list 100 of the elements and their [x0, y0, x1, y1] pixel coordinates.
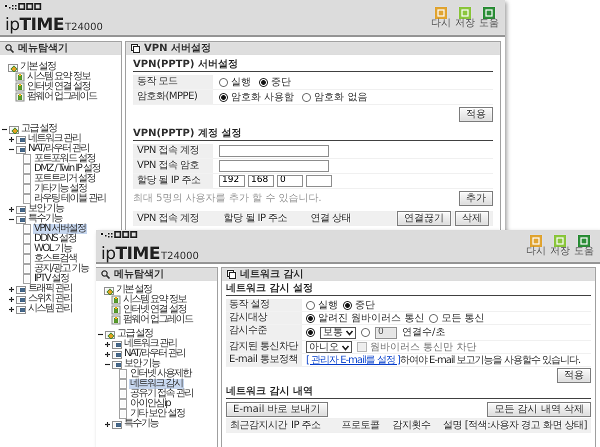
- toolbar-button[interactable]: 도움: [479, 6, 499, 28]
- row-action-button[interactable]: 삭제: [455, 211, 490, 226]
- field-label: VPN 접속 계정: [133, 144, 213, 158]
- toolbar-button[interactable]: 다시: [526, 235, 546, 257]
- radio-button[interactable]: [306, 328, 315, 337]
- tile-icon: [483, 6, 495, 18]
- column-header: 감지횟수: [392, 419, 432, 433]
- menu-item[interactable]: 기타기능 설정: [33, 184, 88, 194]
- item-icon: [15, 92, 25, 102]
- settings-link[interactable]: [ 관리자 E-mail를 설정 ]: [306, 354, 400, 366]
- folder-icon: [112, 349, 122, 359]
- toolbar-button[interactable]: 저장: [455, 6, 475, 28]
- folder-icon: [16, 134, 26, 144]
- menu-item[interactable]: 인터넷 연결 설정: [122, 305, 187, 315]
- form-button[interactable]: E-mail 바로 보내기: [226, 402, 328, 417]
- menu-item[interactable]: VPN 서버설정: [33, 224, 87, 234]
- row-action-button[interactable]: 연결끊기: [397, 211, 452, 226]
- brand-logo-text: ipTIME: [5, 17, 64, 34]
- toolbar-button[interactable]: 저장: [550, 235, 570, 257]
- menu-item[interactable]: DMZ / Twin IP 설정: [33, 164, 101, 174]
- section-title: VPN(PPTP) 계정 설정: [133, 128, 493, 141]
- radio-button[interactable]: 중단: [343, 300, 375, 310]
- ip-octet-field[interactable]: [306, 175, 332, 187]
- menu-item[interactable]: 포트트리거 설정: [33, 174, 96, 184]
- text-field[interactable]: [219, 145, 329, 157]
- folder-icon: [16, 294, 26, 304]
- menu-item[interactable]: WOL 기능: [33, 244, 73, 254]
- menu-item[interactable]: 기본 설정: [115, 285, 153, 295]
- menu-item[interactable]: 시스템 요약 정보: [26, 72, 91, 82]
- dropdown[interactable]: 보통: [320, 326, 356, 338]
- menu-item[interactable]: 펌웨어 업그레이드: [26, 92, 98, 102]
- field-label: 동작 설정: [226, 299, 302, 311]
- item-icon: [111, 305, 121, 315]
- form-button[interactable]: 추가: [459, 191, 493, 206]
- column-header: 프로토콜: [342, 419, 381, 433]
- section-title: 네트워크 감시 내역: [226, 386, 591, 399]
- folder-icon: [112, 339, 122, 349]
- folder-icon: [16, 144, 26, 154]
- radio-button[interactable]: 실행: [306, 300, 338, 310]
- menu-item[interactable]: 네트워크 관리: [27, 134, 82, 144]
- radio-button[interactable]: 암호화 사용함: [219, 92, 294, 102]
- radio-button[interactable]: 실행: [219, 76, 251, 88]
- folder-icon: [105, 329, 115, 339]
- folder-icon: [8, 62, 18, 72]
- radio-button[interactable]: [361, 328, 370, 337]
- menu-item[interactable]: NAT/라우터 관리: [27, 144, 90, 154]
- menu-item[interactable]: 네트워크 감시: [129, 379, 184, 389]
- menu-item[interactable]: 공유기 접속 관리: [129, 389, 194, 399]
- form-button[interactable]: 적용: [557, 368, 591, 383]
- field-label: 동작 모드: [133, 75, 213, 89]
- menu-item[interactable]: 보안 기능: [123, 359, 161, 369]
- menu-item[interactable]: 공지/광고 기능: [33, 264, 90, 274]
- brand-logo-text: ipTIME: [101, 246, 160, 262]
- folder-icon: [104, 285, 114, 295]
- page-title: 네트워크 감시: [240, 268, 304, 282]
- column-header: 연결 상태: [310, 212, 352, 226]
- menu-item[interactable]: 시스템 요약 정보: [122, 295, 187, 305]
- menu-item[interactable]: 보안 기능: [27, 204, 65, 214]
- menu-item[interactable]: 호스트검색: [33, 254, 78, 264]
- dropdown[interactable]: 아니오: [306, 341, 352, 353]
- item-icon: [15, 72, 25, 82]
- menu-item[interactable]: 기타 보안 설정: [129, 409, 186, 419]
- folder-icon: [112, 419, 122, 429]
- item-icon: [111, 295, 121, 305]
- menu-item[interactable]: 특수기능: [123, 419, 159, 429]
- column-header: 할당 될 IP 주소: [224, 212, 288, 226]
- radio-button[interactable]: 모든 통신: [429, 312, 485, 324]
- folder-icon: [112, 359, 122, 369]
- radio-button[interactable]: 암호화 없음: [302, 92, 368, 102]
- field-label: VPN 접속 암호: [133, 159, 213, 173]
- menu-item[interactable]: IPTV 설정: [33, 274, 70, 284]
- menu-item[interactable]: 네트워크 관리: [123, 339, 178, 349]
- menu-item[interactable]: 포트포워드 설정: [33, 154, 96, 164]
- form-button[interactable]: 적용: [459, 107, 493, 122]
- menu-item[interactable]: 기본 설정: [19, 62, 57, 72]
- form-button[interactable]: 모든 감시 내역 삭제: [487, 402, 591, 417]
- column-header: VPN 접속 계정: [137, 212, 200, 226]
- menu-item[interactable]: NAT/라우터 관리: [123, 349, 186, 359]
- toolbar-button[interactable]: 도움: [574, 235, 594, 257]
- menu-item[interactable]: 스위치 관리: [27, 294, 74, 304]
- section-title: 네트워크 감시 설정: [226, 283, 591, 296]
- text-field[interactable]: [219, 160, 329, 172]
- menu-item[interactable]: 특수기능: [27, 214, 63, 224]
- section-title: VPN(PPTP) 서버설정: [133, 59, 493, 72]
- menu-item[interactable]: 고급 설정: [20, 124, 58, 134]
- menu-item[interactable]: 라우팅 테이블 관리: [33, 194, 106, 204]
- field-label: E-mail 통보정책: [226, 354, 302, 366]
- toolbar-button[interactable]: 다시: [431, 6, 451, 28]
- radio-button[interactable]: 알려진 웜바이러스 통신: [306, 312, 424, 324]
- menu-item[interactable]: 인터넷 사용제한: [129, 369, 192, 379]
- menu-item[interactable]: 인터넷 연결 설정: [26, 82, 91, 92]
- model-text: T24000: [160, 250, 199, 264]
- menu-item[interactable]: 트래픽 관리: [27, 284, 74, 294]
- menu-item[interactable]: DDNS 설정: [33, 234, 77, 244]
- menu-item[interactable]: 펌웨어 업그레이드: [122, 315, 194, 325]
- tile-icon: [459, 6, 471, 18]
- radio-button[interactable]: 중단: [259, 76, 291, 88]
- menu-item[interactable]: 시스템 관리: [27, 304, 74, 314]
- menu-item[interactable]: 고급 설정: [116, 329, 154, 339]
- menu-item[interactable]: 아이안심ip: [129, 399, 172, 409]
